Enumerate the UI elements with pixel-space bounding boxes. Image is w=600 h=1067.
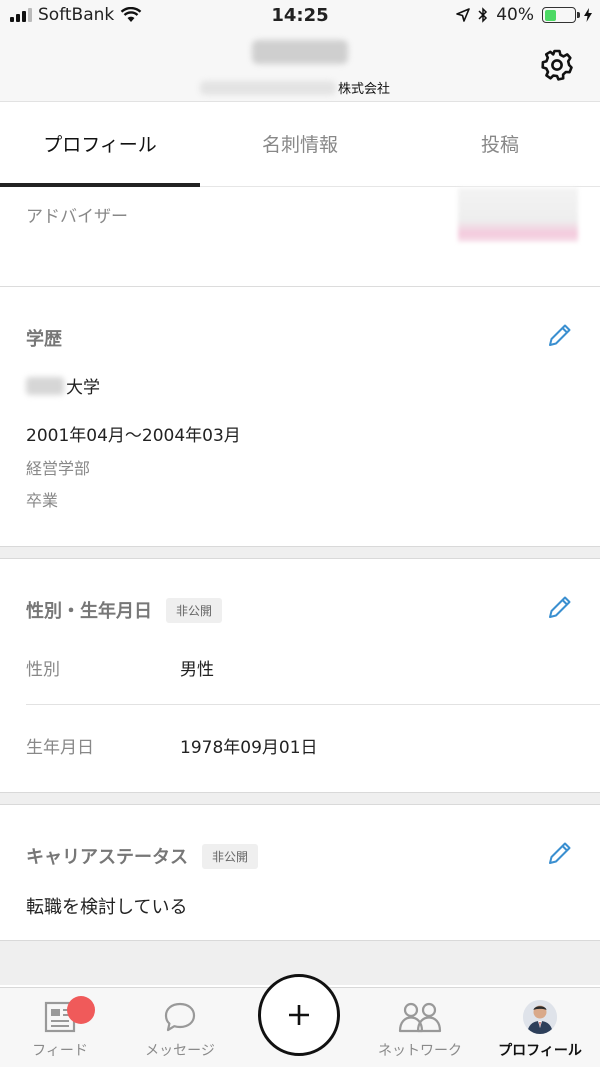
gender-birthday-title: 性別・生年月日 bbox=[26, 601, 152, 622]
notification-dot bbox=[67, 996, 95, 1024]
blurred-school-prefix bbox=[26, 376, 64, 395]
blurred-company-prefix bbox=[200, 80, 336, 95]
avatar-portrait-icon bbox=[523, 1000, 557, 1034]
blurred-user-name bbox=[252, 40, 348, 64]
career-title-row: キャリアステータス 非公開 bbox=[26, 843, 259, 869]
birthday-label: 生年月日 bbox=[26, 738, 94, 758]
tabbar-messages-label: メッセージ bbox=[145, 1043, 215, 1059]
gender-value: 男性 bbox=[180, 660, 214, 680]
tabbar-network[interactable]: ネットワーク bbox=[360, 1000, 480, 1060]
profile-content: アドバイザー 学歴 大学 2001年04月〜2004年03月 経営学部 卒業 性… bbox=[0, 188, 600, 985]
gender-row: 性別 男性 bbox=[26, 655, 214, 680]
bottom-tab-bar: フィード メッセージ ネットワーク プロフィール bbox=[0, 974, 600, 1067]
people-icon bbox=[398, 1002, 442, 1033]
tabbar-messages[interactable]: メッセージ bbox=[120, 1000, 240, 1060]
company-suffix: 株式会社 bbox=[338, 82, 391, 97]
gender-birthday-title-row: 性別・生年月日 非公開 bbox=[26, 597, 223, 623]
advisor-card: アドバイザー bbox=[0, 188, 600, 287]
section-divider bbox=[0, 547, 600, 559]
charging-icon bbox=[584, 8, 592, 22]
tabbar-network-label: ネットワーク bbox=[378, 1043, 462, 1059]
school-suffix: 大学 bbox=[66, 378, 100, 398]
gender-birthday-section: 性別・生年月日 非公開 性別 男性 生年月日 1978年09月01日 bbox=[0, 559, 600, 793]
status-right: 40% bbox=[456, 5, 592, 25]
edit-education-pencil-icon[interactable] bbox=[546, 321, 574, 349]
advisor-label: アドバイザー bbox=[26, 207, 128, 227]
profile-header: 株式会社 bbox=[0, 34, 600, 102]
section-divider bbox=[0, 793, 600, 805]
birthday-row: 生年月日 1978年09月01日 bbox=[26, 733, 318, 758]
avatar bbox=[523, 1000, 557, 1034]
blurred-advisor-image bbox=[458, 188, 578, 242]
school-name: 大学 bbox=[26, 373, 100, 398]
private-badge: 非公開 bbox=[202, 843, 259, 869]
company-name: 株式会社 bbox=[200, 78, 390, 97]
career-status-title: キャリアステータス bbox=[26, 847, 188, 868]
education-faculty: 経営学部 bbox=[26, 459, 91, 478]
education-section: 学歴 大学 2001年04月〜2004年03月 経営学部 卒業 bbox=[0, 287, 600, 547]
battery-fill bbox=[544, 9, 557, 21]
education-status: 卒業 bbox=[26, 491, 59, 510]
compose-plus-button[interactable] bbox=[258, 974, 340, 1056]
birthday-value: 1978年09月01日 bbox=[180, 738, 318, 758]
row-divider bbox=[26, 704, 600, 705]
profile-tabs: プロフィール 名刺情報 投稿 bbox=[0, 103, 600, 187]
gear-icon[interactable] bbox=[540, 48, 574, 82]
education-title: 学歴 bbox=[26, 329, 62, 350]
tab-posts[interactable]: 投稿 bbox=[400, 103, 600, 186]
career-status-section: キャリアステータス 非公開 転職を検討している bbox=[0, 805, 600, 941]
edit-gender-birthday-pencil-icon[interactable] bbox=[546, 593, 574, 621]
battery-percent: 40% bbox=[496, 5, 534, 25]
battery-icon bbox=[542, 7, 580, 23]
speech-bubble-icon bbox=[164, 1002, 196, 1032]
tabbar-feed-label: フィード bbox=[32, 1043, 88, 1059]
bluetooth-icon bbox=[478, 7, 488, 23]
private-badge: 非公開 bbox=[166, 597, 223, 623]
location-icon bbox=[456, 8, 471, 22]
edit-career-pencil-icon[interactable] bbox=[546, 839, 574, 867]
tabbar-profile-label: プロフィール bbox=[498, 1043, 582, 1059]
gender-label: 性別 bbox=[26, 660, 60, 680]
tab-profile[interactable]: プロフィール bbox=[0, 103, 200, 187]
tabbar-feed[interactable]: フィード bbox=[0, 996, 120, 1060]
tab-business-card[interactable]: 名刺情報 bbox=[200, 103, 400, 186]
tabbar-profile[interactable]: プロフィール bbox=[480, 1000, 600, 1060]
plus-icon bbox=[289, 1005, 309, 1025]
career-status-value: 転職を検討している bbox=[26, 897, 188, 918]
education-period: 2001年04月〜2004年03月 bbox=[26, 426, 241, 446]
status-bar: SoftBank 14:25 40% bbox=[0, 0, 600, 34]
